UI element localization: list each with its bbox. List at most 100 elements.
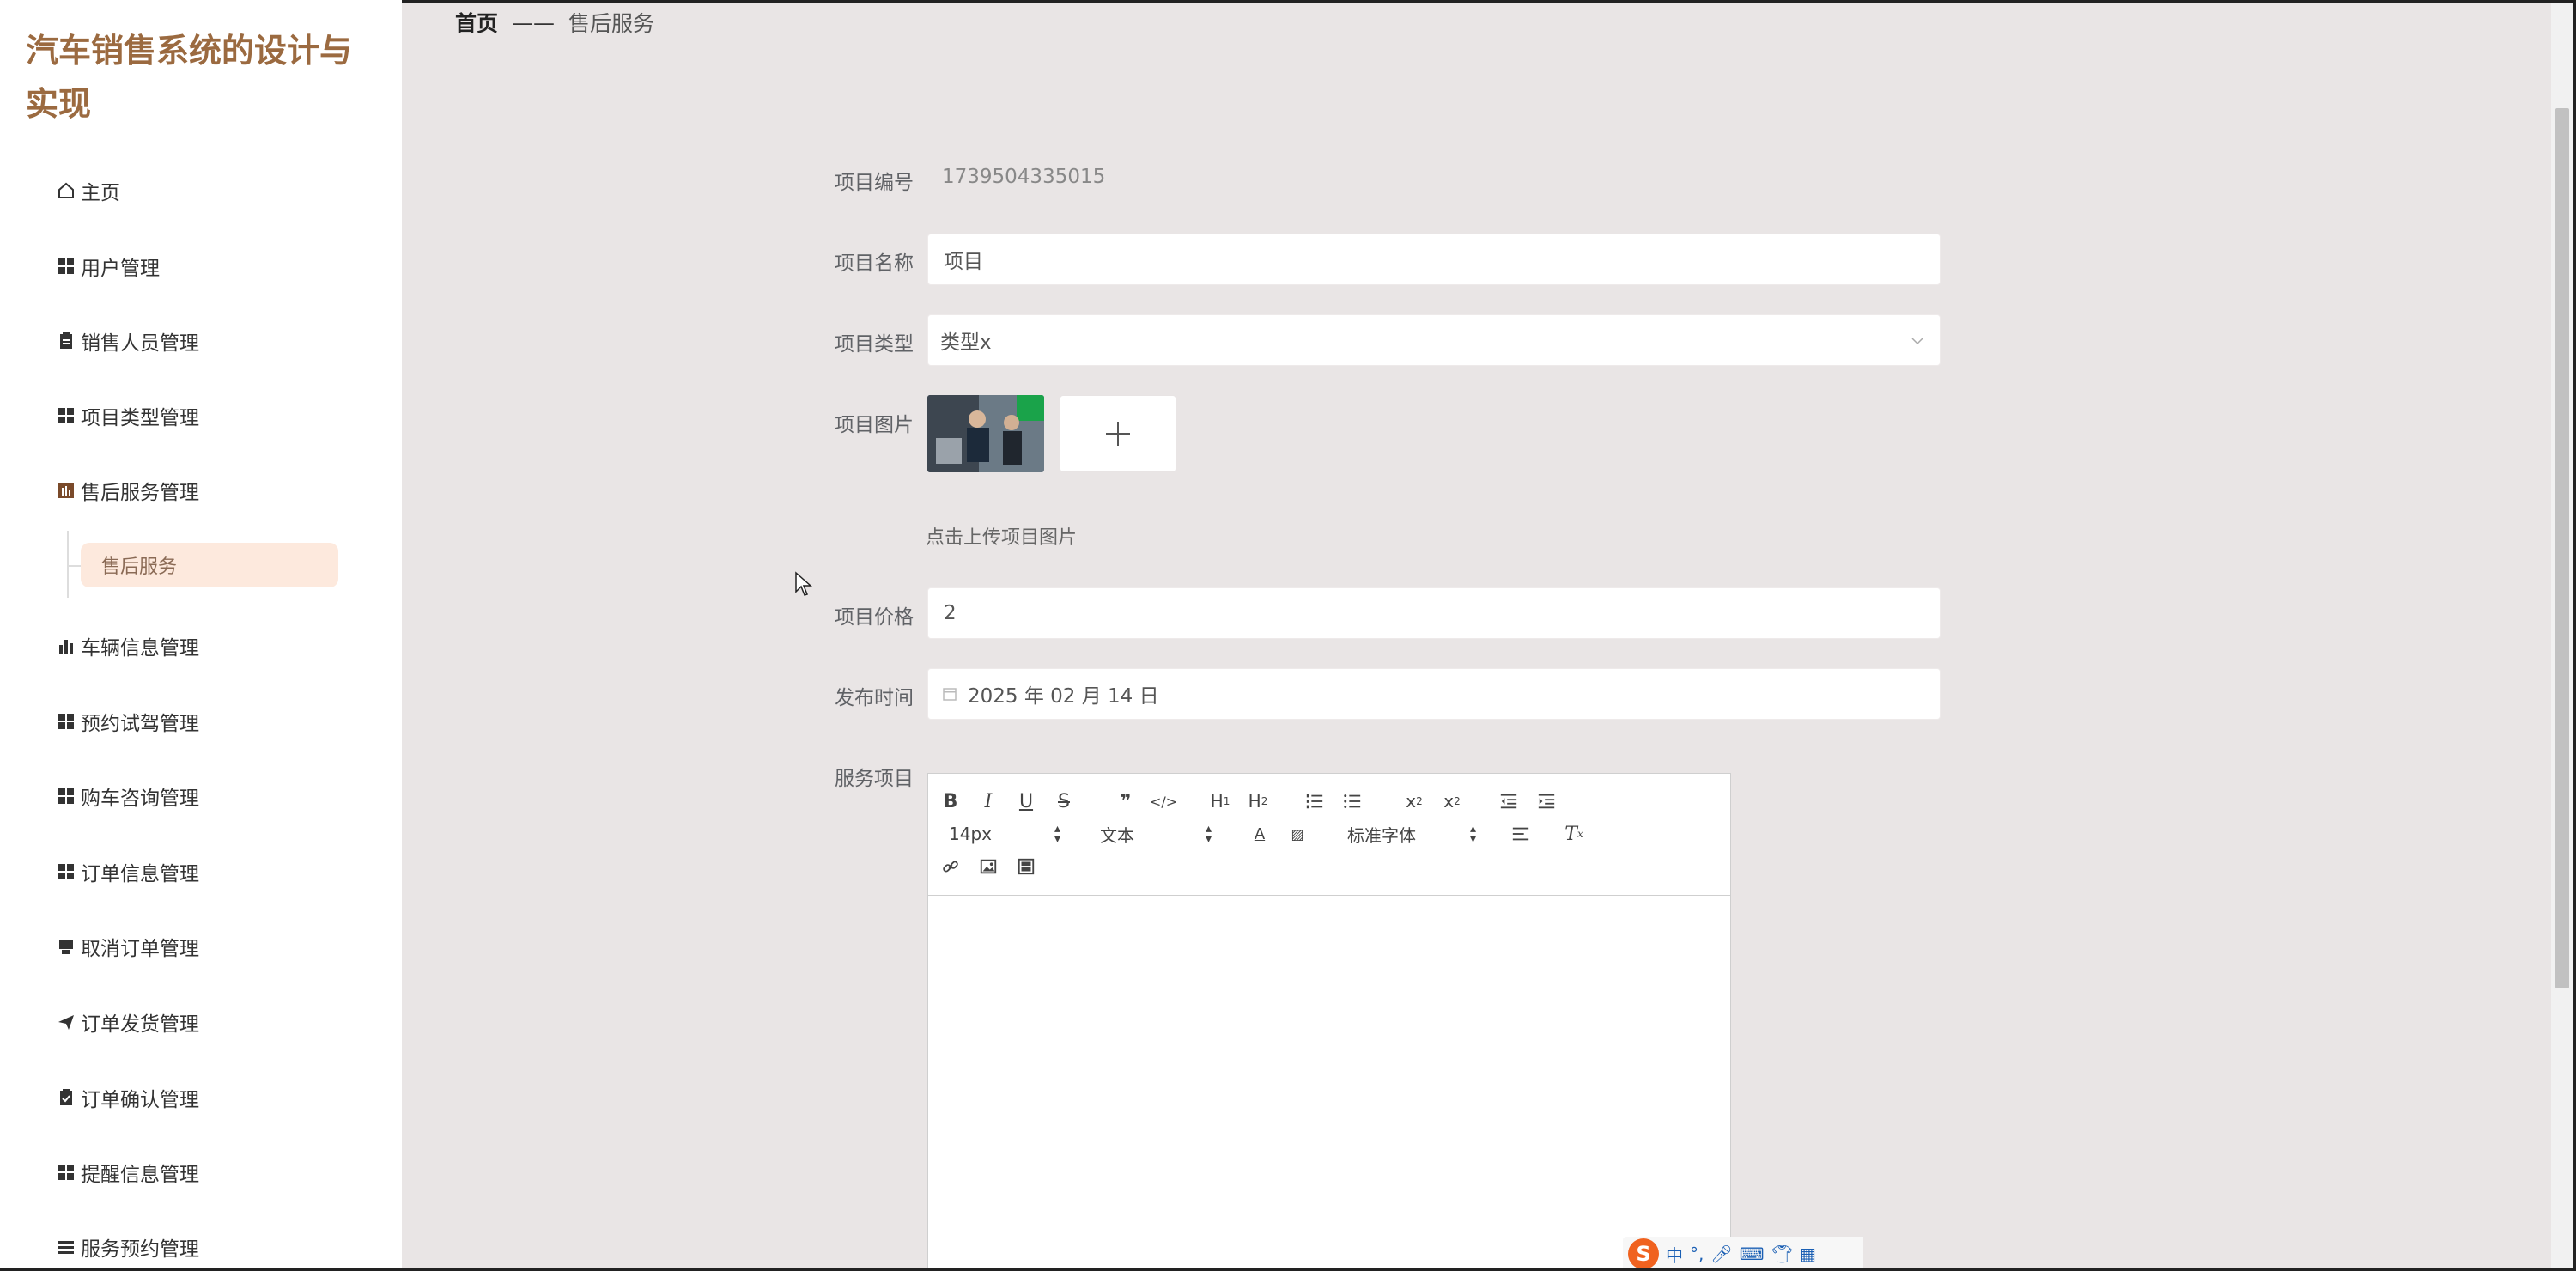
apps-grid-icon[interactable]: ▦ (1800, 1244, 1816, 1264)
breadcrumb-current: 售后服务 (568, 11, 655, 36)
calendar-icon (943, 688, 957, 701)
sidebar-item-consultation[interactable]: 购车咨询管理 (57, 779, 199, 813)
sidebar-item-label: 服务预约管理 (81, 1238, 199, 1261)
indent-icon[interactable] (1533, 789, 1560, 813)
ime-mode[interactable]: 中 (1666, 1242, 1683, 1267)
subscript-icon[interactable]: x2 (1400, 789, 1428, 813)
project-id-value: 1739504335015 (942, 166, 1106, 188)
project-id-label: 项目编号 (835, 172, 914, 194)
sidebar-item-users[interactable]: 用户管理 (57, 249, 160, 283)
bar-chart-icon (57, 636, 76, 655)
mouse-cursor-icon (795, 571, 812, 596)
font-family-value: 标准字体 (1347, 824, 1416, 846)
service-items-label: 服务项目 (835, 768, 914, 790)
text-style-select[interactable]: 文本 ▴ ▾ (1100, 822, 1212, 846)
sidebar-item-label: 取消订单管理 (81, 938, 199, 960)
strikethrough-icon[interactable]: S (1050, 789, 1078, 813)
sidebar-subitem-after-sales-service[interactable]: 售后服务 (81, 543, 338, 587)
sidebar-item-vehicles[interactable]: 车辆信息管理 (57, 629, 199, 663)
printer-icon (57, 937, 76, 956)
microphone-icon[interactable]: 🎤︎ (1710, 1244, 1732, 1264)
italic-icon[interactable]: I (975, 789, 1002, 813)
select-caret-icon: ▴ ▾ (1054, 822, 1060, 846)
project-price-input[interactable]: 2 (927, 587, 1941, 639)
ordered-list-icon[interactable] (1301, 789, 1328, 813)
sidebar-item-label: 提醒信息管理 (81, 1164, 199, 1186)
link-icon[interactable] (937, 854, 964, 879)
font-family-select[interactable]: 标准字体 ▴ ▾ (1347, 822, 1476, 846)
sidebar-item-orders[interactable]: 订单信息管理 (57, 854, 199, 889)
font-color-icon[interactable]: A (1246, 822, 1273, 846)
sidebar-item-confirm[interactable]: 订单确认管理 (57, 1080, 199, 1115)
breadcrumb-home[interactable]: 首页 (455, 7, 498, 38)
ime-punctuation[interactable]: °, (1690, 1244, 1704, 1264)
project-type-label: 项目类型 (835, 333, 914, 356)
home-icon (57, 181, 76, 200)
blockquote-icon[interactable]: ❞ (1112, 789, 1139, 813)
publish-date-value: 2025 年 02 月 14 日 (968, 685, 1159, 708)
grid-icon (57, 406, 76, 425)
project-image-label: 项目图片 (835, 414, 914, 436)
sidebar-item-label: 车辆信息管理 (81, 637, 199, 660)
font-size-value: 14px (949, 824, 992, 844)
image-icon[interactable] (975, 854, 1002, 879)
project-price-label: 项目价格 (835, 606, 914, 629)
chevron-down-icon (1911, 338, 1923, 345)
sidebar-item-shipping[interactable]: 订单发货管理 (57, 1005, 199, 1039)
heading-1-icon[interactable]: H1 (1206, 789, 1234, 813)
sidebar-item-project-types[interactable]: 项目类型管理 (57, 398, 199, 433)
sidebar-item-test-drive[interactable]: 预约试驾管理 (57, 704, 199, 739)
sidebar-item-label: 售后服务管理 (81, 482, 199, 504)
grid-icon (57, 862, 76, 881)
sidebar-item-service-booking[interactable]: 服务预约管理 (57, 1230, 199, 1264)
sidebar-item-salespeople[interactable]: 销售人员管理 (57, 324, 199, 358)
code-block-icon[interactable]: </> (1150, 789, 1177, 813)
sidebar-item-label: 销售人员管理 (81, 332, 199, 355)
select-caret-icon: ▴ ▾ (1469, 822, 1476, 846)
sidebar-item-reminders[interactable]: 提醒信息管理 (57, 1155, 199, 1189)
font-size-select[interactable]: 14px ▴ ▾ (949, 822, 1060, 846)
heading-2-icon[interactable]: H2 (1244, 789, 1272, 813)
sidebar-item-label: 主页 (81, 182, 120, 204)
rich-text-editor: B I U S ❞ </> H1 H2 x2 x2 14px ▴ ▾ 文本 ▴ ▾ … (927, 773, 1731, 1271)
bullet-list-icon[interactable] (1339, 789, 1366, 813)
image-upload-button[interactable] (1060, 395, 1176, 472)
project-image-thumbnail[interactable] (927, 395, 1044, 472)
project-name-label: 项目名称 (835, 252, 914, 275)
submenu-connector (67, 565, 81, 567)
video-icon[interactable] (1012, 854, 1040, 879)
breadcrumb-separator: —— (512, 9, 556, 35)
ime-logo[interactable]: S (1628, 1238, 1659, 1269)
list-icon (57, 1238, 76, 1256)
plus-icon (1106, 422, 1130, 446)
clear-format-icon[interactable]: Tx (1560, 822, 1588, 846)
outdent-icon[interactable] (1495, 789, 1522, 813)
chart-bars-icon (57, 481, 76, 500)
skin-icon[interactable]: 👕︎ (1771, 1244, 1793, 1264)
publish-date-label: 发布时间 (835, 687, 914, 709)
publish-date-picker[interactable]: 2025 年 02 月 14 日 (927, 668, 1941, 720)
sidebar-item-after-sales[interactable]: 售后服务管理 (57, 473, 199, 508)
upload-hint: 点击上传项目图片 (926, 527, 1078, 549)
superscript-icon[interactable]: x2 (1438, 789, 1466, 813)
project-name-input[interactable]: 项目 (927, 234, 1941, 285)
ime-toolbar: S 中 °, 🎤︎ ⌨︎ 👕︎ ▦ (1623, 1237, 1863, 1271)
bold-icon[interactable]: B (937, 789, 964, 813)
project-type-select[interactable]: 类型x (927, 314, 1941, 366)
sidebar-item-home[interactable]: 主页 (57, 173, 120, 208)
align-icon[interactable] (1507, 822, 1534, 846)
keyboard-icon[interactable]: ⌨︎ (1740, 1244, 1765, 1264)
clipboard-icon (57, 331, 76, 350)
grid-icon (57, 257, 76, 276)
project-type-value: 类型x (940, 331, 992, 354)
page-scrollbar-thumb[interactable] (2555, 108, 2569, 988)
sidebar-item-label: 预约试驾管理 (81, 713, 199, 735)
underline-icon[interactable]: U (1012, 789, 1040, 813)
send-icon (57, 1013, 76, 1031)
sidebar: 汽车销售系统的设计与实现 主页 用户管理 销售人员管理 项目类型管理 售后服务管… (0, 0, 402, 1271)
sidebar-item-label: 订单发货管理 (81, 1013, 199, 1036)
grid-icon (57, 712, 76, 731)
sidebar-item-cancel-orders[interactable]: 取消订单管理 (57, 929, 199, 964)
background-color-icon[interactable]: ▨ (1284, 822, 1311, 846)
editor-toolbar: B I U S ❞ </> H1 H2 x2 x2 14px ▴ ▾ 文本 ▴ ▾ … (928, 774, 1730, 896)
